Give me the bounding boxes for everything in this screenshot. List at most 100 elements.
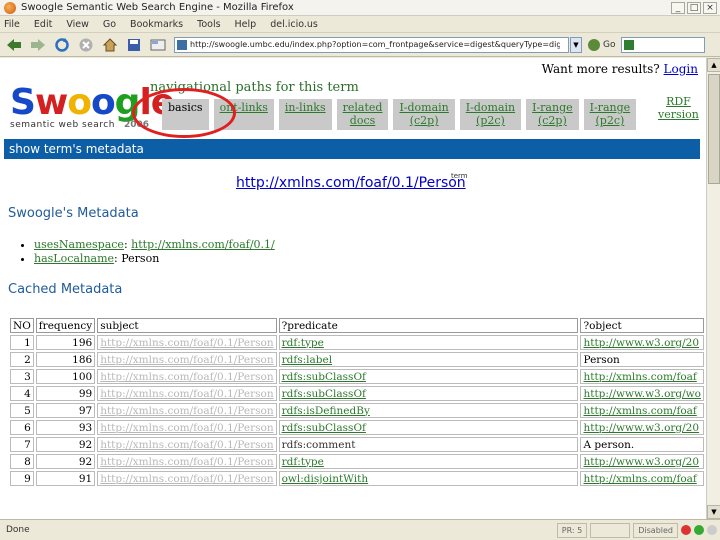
navigation-toolbar: ▼ Go	[0, 33, 720, 57]
predicate-link[interactable]: rdfs:label	[278, 352, 579, 367]
predicate-link[interactable]: rdfs:comment	[278, 437, 579, 452]
col-predicate[interactable]: ?predicate	[278, 318, 579, 333]
search-engine-icon	[624, 39, 635, 50]
tab-i-range-c2p[interactable]: I-range (c2p)	[526, 99, 579, 130]
meta-key-link[interactable]: usesNamespace	[34, 238, 124, 251]
window-title: Swoogle Semantic Web Search Engine - Moz…	[21, 2, 294, 13]
back-button[interactable]	[4, 36, 24, 54]
tab-i-domain-c2p[interactable]: I-domain (c2p)	[393, 99, 455, 130]
maximize-button[interactable]: □	[687, 1, 701, 14]
red-status-icon	[681, 525, 691, 535]
firefox-icon	[4, 1, 16, 14]
close-button[interactable]: ×	[703, 1, 717, 14]
subject-link[interactable]: http://xmlns.com/foaf/0.1/Person	[97, 454, 277, 469]
table-row: 3 100 http://xmlns.com/foaf/0.1/Person r…	[10, 369, 704, 384]
tab-in-links[interactable]: in-links	[278, 99, 332, 130]
menu-view[interactable]: View	[66, 19, 89, 30]
object-link[interactable]: http://www.w3.org/20	[580, 420, 704, 435]
col-no: NO	[10, 318, 34, 333]
menu-bookmarks[interactable]: Bookmarks	[130, 19, 183, 30]
table-row: 5 97 http://xmlns.com/foaf/0.1/Person rd…	[10, 403, 704, 418]
swoogle-metadata-heading: Swoogle's Metadata	[8, 206, 139, 221]
subject-link[interactable]: http://xmlns.com/foaf/0.1/Person	[97, 352, 277, 367]
object-link[interactable]: http://www.w3.org/20	[580, 454, 704, 469]
url-dropdown-button[interactable]: ▼	[570, 36, 582, 53]
menu-go[interactable]: Go	[103, 19, 116, 30]
window-controls: _ □ ×	[671, 1, 717, 14]
status-text: Done	[6, 525, 30, 535]
term-url-link[interactable]: http://xmlns.com/foaf/0.1/Person	[236, 175, 466, 191]
window-titlebar: Swoogle Semantic Web Search Engine - Moz…	[0, 0, 720, 16]
predicate-link[interactable]: rdfs:isDefinedBy	[278, 403, 579, 418]
list-item: usesNamespace: http://xmlns.com/foaf/0.1…	[34, 238, 275, 252]
extension-status: Disabled	[633, 522, 678, 538]
term-superscript: term	[451, 172, 468, 180]
subject-link[interactable]: http://xmlns.com/foaf/0.1/Person	[97, 335, 277, 350]
object-link[interactable]: http://xmlns.com/foaf	[580, 471, 704, 486]
status-segment-blank	[590, 522, 631, 538]
save-button[interactable]	[124, 36, 144, 54]
predicate-link[interactable]: rdfs:subClassOf	[278, 420, 579, 435]
menu-edit[interactable]: Edit	[34, 19, 52, 30]
go-button[interactable]: Go	[588, 38, 616, 51]
vertical-scrollbar[interactable]: ▲ ▼	[706, 58, 720, 519]
menu-file[interactable]: File	[4, 19, 20, 30]
subject-link[interactable]: http://xmlns.com/foaf/0.1/Person	[97, 386, 277, 401]
page-content: Want more results? Login Swoogle semanti…	[0, 58, 706, 519]
rdf-version-link[interactable]: RDF version	[658, 95, 699, 121]
reload-icon	[55, 37, 69, 52]
tab-i-range-p2c[interactable]: I-range (p2c)	[583, 99, 637, 130]
col-subject: subject	[97, 318, 277, 333]
site-favicon-icon	[177, 39, 187, 50]
table-row: 8 92 http://xmlns.com/foaf/0.1/Person rd…	[10, 454, 704, 469]
subject-link[interactable]: http://xmlns.com/foaf/0.1/Person	[97, 403, 277, 418]
address-bar[interactable]	[174, 36, 569, 53]
tab-i-domain-p2c[interactable]: I-domain (p2c)	[459, 99, 522, 130]
cached-metadata-heading: Cached Metadata	[8, 282, 123, 297]
menu-help[interactable]: Help	[235, 19, 257, 30]
tab-icon	[150, 39, 166, 50]
login-link[interactable]: Login	[664, 62, 698, 76]
table-row: 6 93 http://xmlns.com/foaf/0.1/Person rd…	[10, 420, 704, 435]
subject-link[interactable]: http://xmlns.com/foaf/0.1/Person	[97, 471, 277, 486]
object-link[interactable]: http://www.w3.org/20	[580, 335, 704, 350]
predicate-link[interactable]: rdf:type	[278, 335, 579, 350]
meta-key-link[interactable]: hasLocalname	[34, 252, 114, 265]
col-object[interactable]: ?object	[580, 318, 704, 333]
object-link[interactable]: http://xmlns.com/foaf	[580, 369, 704, 384]
table-row: 7 92 http://xmlns.com/foaf/0.1/Person rd…	[10, 437, 704, 452]
url-input[interactable]	[190, 40, 560, 49]
meta-value-link[interactable]: http://xmlns.com/foaf/0.1/	[131, 238, 275, 251]
subject-link[interactable]: http://xmlns.com/foaf/0.1/Person	[97, 437, 277, 452]
stop-button[interactable]	[76, 36, 96, 54]
swoogle-metadata-list: usesNamespace: http://xmlns.com/foaf/0.1…	[24, 238, 275, 266]
subject-link[interactable]: http://xmlns.com/foaf/0.1/Person	[97, 420, 277, 435]
scroll-down-button[interactable]: ▼	[707, 505, 720, 519]
menu-tools[interactable]: Tools	[197, 19, 220, 30]
gray-status-icon	[707, 525, 717, 535]
menu-bar: File Edit View Go Bookmarks Tools Help d…	[0, 16, 720, 33]
search-box[interactable]	[621, 36, 706, 53]
subject-link[interactable]: http://xmlns.com/foaf/0.1/Person	[97, 369, 277, 384]
minimize-button[interactable]: _	[671, 1, 685, 14]
go-label: Go	[603, 39, 616, 50]
reload-button[interactable]	[52, 36, 72, 54]
predicate-link[interactable]: rdf:type	[278, 454, 579, 469]
predicate-link[interactable]: rdfs:subClassOf	[278, 369, 579, 384]
home-button[interactable]	[100, 36, 120, 54]
tab-related-docs[interactable]: related docs	[336, 99, 389, 130]
menu-delicious[interactable]: del.icio.us	[270, 19, 318, 30]
scroll-up-button[interactable]: ▲	[707, 58, 720, 72]
want-more-results: Want more results? Login	[542, 62, 698, 76]
predicate-link[interactable]: rdfs:subClassOf	[278, 386, 579, 401]
table-row: 4 99 http://xmlns.com/foaf/0.1/Person rd…	[10, 386, 704, 401]
table-row: 9 91 http://xmlns.com/foaf/0.1/Person ow…	[10, 471, 704, 486]
col-frequency: frequency	[35, 318, 96, 333]
object-link[interactable]: http://xmlns.com/foaf	[580, 403, 704, 418]
table-row: 1 196 http://xmlns.com/foaf/0.1/Person r…	[10, 335, 704, 350]
predicate-link[interactable]: owl:disjointWith	[278, 471, 579, 486]
tab-button[interactable]	[148, 36, 168, 54]
object-link[interactable]: http://www.w3.org/wo	[580, 386, 704, 401]
forward-button[interactable]	[28, 36, 48, 54]
scrollbar-thumb[interactable]	[708, 74, 720, 184]
